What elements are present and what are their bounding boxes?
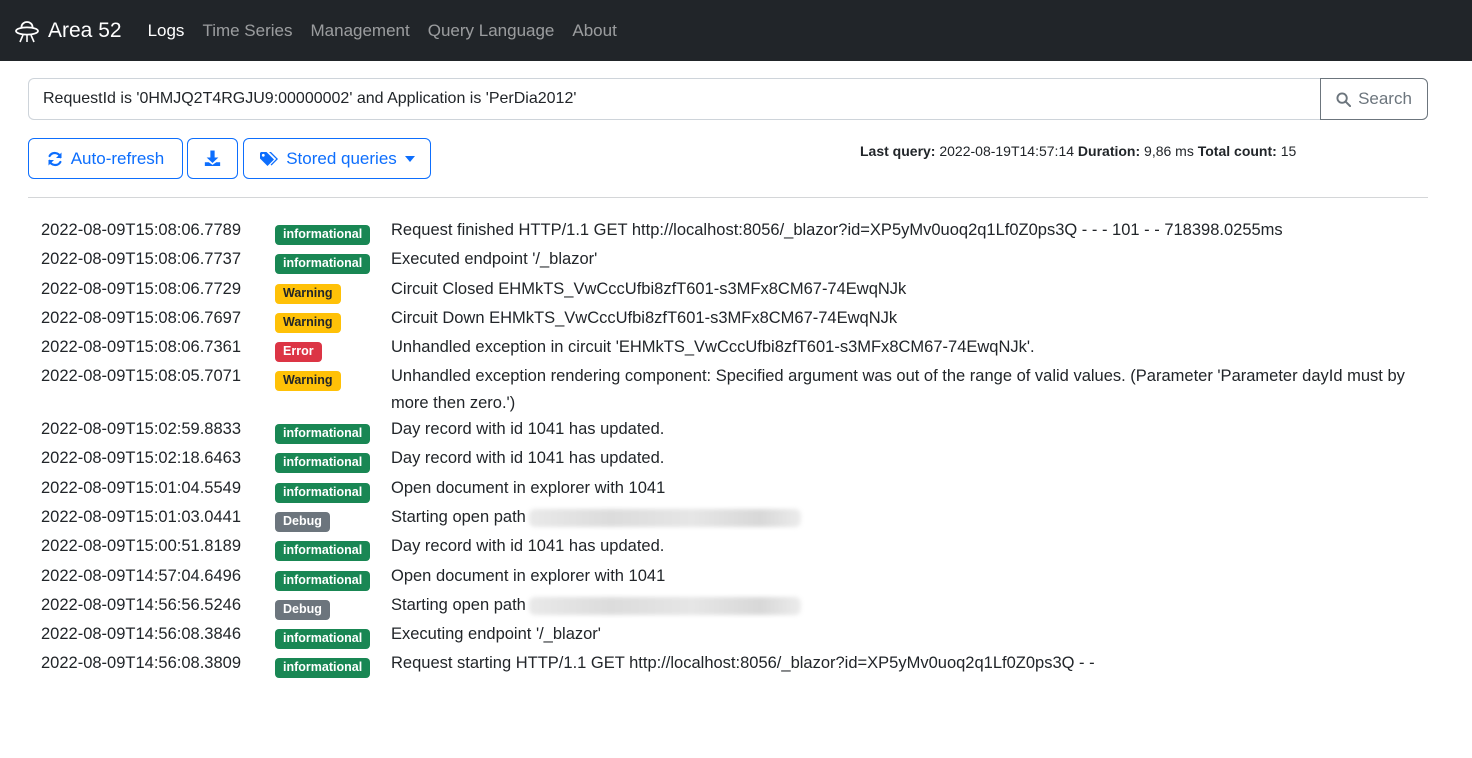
total-count-value: 15 <box>1280 143 1297 159</box>
log-timestamp: 2022-08-09T15:08:06.7729 <box>41 279 241 298</box>
log-row[interactable]: 2022-08-09T15:08:05.7071 Warning Unhandl… <box>41 363 1421 416</box>
level-badge: Warning <box>275 283 341 304</box>
level-badge: informational <box>275 453 371 474</box>
search-button-label: Search <box>1358 89 1412 108</box>
auto-refresh-button[interactable]: Auto-refresh <box>28 138 183 179</box>
stored-queries-label: Stored queries <box>286 148 397 168</box>
nav-links: Logs Time Series Management Query Langua… <box>148 21 635 41</box>
log-message: Starting open path <box>391 595 526 614</box>
log-list: 2022-08-09T15:08:06.7789 informational R… <box>41 217 1421 680</box>
level-badge: Debug <box>275 511 330 532</box>
download-icon <box>204 150 221 166</box>
log-message: Circuit Down EHMkTS_VwCccUfbi8zfT601-s3M… <box>391 308 898 327</box>
level-badge: Warning <box>275 371 341 392</box>
log-row[interactable]: 2022-08-09T14:56:56.5246 Debug Starting … <box>41 592 1421 621</box>
log-message: Executed endpoint '/_blazor' <box>391 250 598 269</box>
log-timestamp: 2022-08-09T15:08:06.7789 <box>41 221 241 239</box>
log-row[interactable]: 2022-08-09T15:08:06.7697 Warning Circuit… <box>41 305 1421 334</box>
level-badge: informational <box>275 424 371 445</box>
log-timestamp: 2022-08-09T15:08:05.7071 <box>41 367 241 386</box>
log-row[interactable]: 2022-08-09T15:01:03.0441 Debug Starting … <box>41 504 1421 533</box>
last-query-label: Last query: <box>860 143 936 159</box>
ufo-icon <box>15 20 39 42</box>
log-timestamp: 2022-08-09T15:00:51.8189 <box>41 537 241 556</box>
log-row[interactable]: 2022-08-09T14:56:08.3846 informational E… <box>41 621 1421 650</box>
log-row[interactable]: 2022-08-09T15:08:06.7729 Warning Circuit… <box>41 276 1421 305</box>
tags-icon <box>260 151 279 166</box>
level-badge: Error <box>275 342 322 363</box>
log-timestamp: 2022-08-09T15:08:06.7361 <box>41 338 241 357</box>
divider <box>28 197 1428 198</box>
level-badge: informational <box>275 541 371 562</box>
log-row[interactable]: 2022-08-09T14:56:08.3809 informational R… <box>41 650 1421 679</box>
query-input[interactable] <box>28 78 1321 120</box>
log-message: Starting open path <box>391 507 526 526</box>
stored-queries-dropdown[interactable]: Stored queries <box>243 138 431 179</box>
search-icon <box>1336 91 1352 107</box>
level-badge: informational <box>275 570 371 591</box>
level-badge: informational <box>275 482 371 503</box>
log-timestamp: 2022-08-09T15:08:06.7697 <box>41 308 241 327</box>
log-message: Day record with id 1041 has updated. <box>391 449 665 468</box>
navbar: Area 52 Logs Time Series Management Quer… <box>0 0 1472 61</box>
level-badge: Debug <box>275 599 330 620</box>
log-row[interactable]: 2022-08-09T15:02:59.8833 informational D… <box>41 416 1421 445</box>
log-row[interactable]: 2022-08-09T14:57:04.6496 informational O… <box>41 563 1421 592</box>
nav-link-about[interactable]: About <box>572 21 616 41</box>
nav-link-time-series[interactable]: Time Series <box>202 21 292 41</box>
nav-link-logs[interactable]: Logs <box>148 21 185 41</box>
log-message-wrap: Starting open path <box>391 592 1421 618</box>
level-badge: informational <box>275 629 371 650</box>
log-message: Executing endpoint '/_blazor' <box>391 625 601 644</box>
redacted-path <box>528 596 801 615</box>
log-message: Open document in explorer with 1041 <box>391 478 666 497</box>
log-timestamp: 2022-08-09T14:56:56.5246 <box>41 595 241 614</box>
log-timestamp: 2022-08-09T14:56:08.3809 <box>41 654 241 673</box>
auto-refresh-label: Auto-refresh <box>70 148 165 168</box>
last-query-value: 2022-08-19T14:57:14 <box>939 143 1075 159</box>
log-message: Open document in explorer with 1041 <box>391 566 666 585</box>
log-timestamp: 2022-08-09T15:01:04.5549 <box>41 478 241 497</box>
search-button[interactable]: Search <box>1320 78 1428 120</box>
log-row[interactable]: 2022-08-09T15:08:06.7789 informational R… <box>41 217 1421 246</box>
query-status: Last query: 2022-08-19T14:57:14 Duration… <box>860 143 1296 159</box>
log-message: Request starting HTTP/1.1 GET http://loc… <box>391 654 1095 673</box>
nav-link-query-language[interactable]: Query Language <box>428 21 555 41</box>
log-row[interactable]: 2022-08-09T15:00:51.8189 informational D… <box>41 533 1421 562</box>
log-message: Request finished HTTP/1.1 GET http://loc… <box>391 221 1283 239</box>
log-timestamp: 2022-08-09T15:01:03.0441 <box>41 507 241 526</box>
log-row[interactable]: 2022-08-09T15:01:04.5549 informational O… <box>41 475 1421 504</box>
log-message: Day record with id 1041 has updated. <box>391 420 665 439</box>
log-timestamp: 2022-08-09T15:02:59.8833 <box>41 420 241 439</box>
refresh-icon <box>48 151 62 166</box>
log-message-wrap: Starting open path <box>391 504 1421 530</box>
redacted-path <box>528 508 801 527</box>
log-timestamp: 2022-08-09T14:57:04.6496 <box>41 566 241 585</box>
log-timestamp: 2022-08-09T14:56:08.3846 <box>41 625 241 644</box>
log-timestamp: 2022-08-09T15:08:06.7737 <box>41 250 241 269</box>
level-badge: informational <box>275 254 371 275</box>
level-badge: informational <box>275 658 371 679</box>
brand[interactable]: Area 52 <box>14 18 122 44</box>
log-message: Unhandled exception rendering component:… <box>391 367 1405 412</box>
total-count-label: Total count: <box>1197 143 1277 159</box>
duration-label: Duration: <box>1077 143 1141 159</box>
log-message: Circuit Closed EHMkTS_VwCccUfbi8zfT601-s… <box>391 279 907 298</box>
duration-value: 9,86 ms <box>1144 143 1194 159</box>
level-badge: Warning <box>275 312 341 333</box>
chevron-down-icon <box>404 155 415 162</box>
level-badge: informational <box>275 225 371 245</box>
log-row[interactable]: 2022-08-09T15:02:18.6463 informational D… <box>41 445 1421 474</box>
log-timestamp: 2022-08-09T15:02:18.6463 <box>41 449 241 468</box>
log-message: Day record with id 1041 has updated. <box>391 537 665 556</box>
log-row[interactable]: 2022-08-09T15:08:06.7737 informational E… <box>41 246 1421 275</box>
nav-link-management[interactable]: Management <box>311 21 410 41</box>
download-button[interactable] <box>187 138 238 179</box>
brand-name: Area 52 <box>48 18 122 42</box>
log-row[interactable]: 2022-08-09T15:08:06.7361 Error Unhandled… <box>41 334 1421 363</box>
log-message: Unhandled exception in circuit 'EHMkTS_V… <box>391 338 1035 357</box>
